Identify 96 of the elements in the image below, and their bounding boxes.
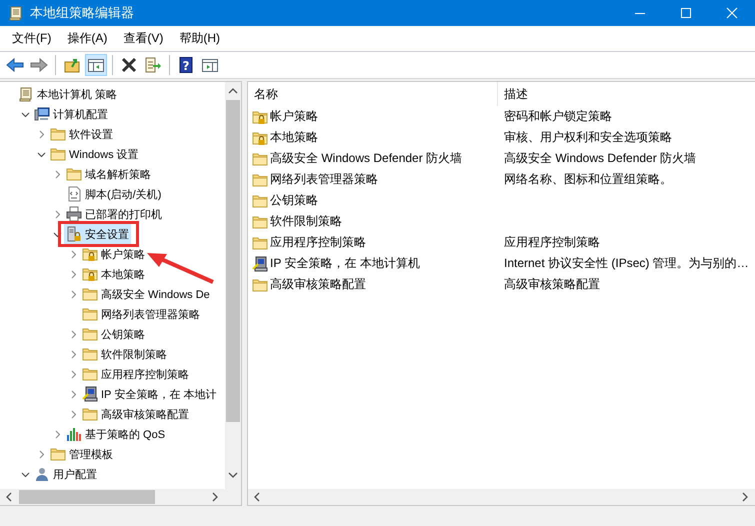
- computer-key-icon: [82, 386, 98, 402]
- tree-item[interactable]: 管理模板: [48, 444, 115, 464]
- list-item[interactable]: 公钥策略: [248, 192, 498, 209]
- chevron-right-icon[interactable]: [68, 370, 78, 378]
- maximize-icon[interactable]: [680, 7, 692, 19]
- chevron-right-icon[interactable]: [52, 170, 62, 178]
- chevron-right-icon[interactable]: [68, 330, 78, 338]
- description-cell-text: 应用程序控制策略: [503, 234, 600, 251]
- locked-folder-icon: [82, 246, 98, 262]
- tree-item[interactable]: 网络列表管理器策略: [80, 304, 202, 324]
- column-header[interactable]: 名称: [248, 82, 498, 106]
- chevron-right-icon[interactable]: [68, 350, 78, 358]
- folder-icon: [82, 406, 98, 422]
- folder-icon: [82, 286, 98, 302]
- folder-icon: [82, 306, 98, 322]
- locked-folder-icon: [82, 266, 98, 282]
- tree-item[interactable]: 帐户策略: [80, 244, 147, 264]
- description-cell-text: Internet 协议安全性 (IPsec) 管理。为与别的…: [503, 255, 749, 272]
- list-item[interactable]: 高级安全 Windows Defender 防火墙: [248, 150, 498, 167]
- chevron-down-icon[interactable]: [36, 150, 46, 158]
- tree-item[interactable]: Windows 设置: [48, 144, 141, 164]
- bar-chart-icon: [66, 426, 82, 442]
- list-item[interactable]: 高级审核策略配置: [248, 276, 498, 293]
- tree-item[interactable]: 应用程序控制策略: [80, 364, 191, 384]
- folder-icon: [50, 446, 66, 462]
- chevron-right-icon[interactable]: [52, 430, 62, 438]
- tree-item[interactable]: 脚本(启动/关机): [64, 184, 164, 204]
- folder-icon: [252, 172, 268, 188]
- description-cell-text: 密码和帐户锁定策略: [503, 108, 612, 125]
- folder-icon: [252, 150, 268, 166]
- window-title: 本地组策略编辑器: [30, 4, 135, 22]
- locked-folder-icon: [252, 108, 268, 124]
- scroll-icon: [8, 5, 24, 21]
- folder-icon: [252, 214, 268, 230]
- chevron-right-icon[interactable]: [68, 390, 78, 398]
- tree-item[interactable]: 计算机配置: [32, 104, 110, 124]
- printer-icon: [66, 206, 82, 222]
- menu-item[interactable]: 查看(V): [115, 30, 172, 47]
- menu-item[interactable]: 帮助(H): [171, 30, 228, 47]
- tree-item[interactable]: 公钥策略: [80, 324, 147, 344]
- list-item[interactable]: 帐户策略: [248, 108, 498, 125]
- folder-icon: [66, 166, 82, 182]
- list-item[interactable]: 应用程序控制策略: [248, 234, 498, 251]
- tree-item[interactable]: 基于策略的 QoS: [64, 424, 168, 444]
- folder-icon: [82, 326, 98, 342]
- folder-icon: [252, 192, 268, 208]
- server-lock-icon: [66, 226, 82, 242]
- script-icon: [66, 186, 82, 202]
- folder-icon: [252, 234, 268, 250]
- tree-item[interactable]: 域名解析策略: [64, 164, 153, 184]
- list-item[interactable]: 本地策略: [248, 129, 498, 146]
- scroll-icon: [18, 86, 34, 102]
- folder-icon: [50, 146, 66, 162]
- tree-item[interactable]: 高级审核策略配置: [80, 404, 191, 424]
- chevron-down-icon[interactable]: [20, 470, 30, 478]
- column-header[interactable]: 描述: [498, 82, 528, 106]
- tree-item[interactable]: 软件设置: [48, 124, 115, 144]
- horizontal-scrollbar[interactable]: [248, 489, 755, 505]
- chevron-right-icon[interactable]: [36, 130, 46, 138]
- tree-item[interactable]: 本地策略: [80, 264, 147, 284]
- close-icon[interactable]: [726, 7, 738, 19]
- description-cell-text: 高级安全 Windows Defender 防火墙: [503, 150, 696, 167]
- tree-item[interactable]: 本地计算机 策略: [16, 84, 120, 104]
- computer-icon: [34, 106, 50, 122]
- chevron-right-icon[interactable]: [52, 210, 62, 218]
- folder-icon: [82, 366, 98, 382]
- list-item[interactable]: 网络列表管理器策略: [248, 171, 498, 188]
- user-icon: [34, 466, 50, 482]
- description-cell-text: 高级审核策略配置: [503, 276, 600, 293]
- locked-folder-icon: [252, 130, 268, 146]
- folder-icon: [82, 346, 98, 362]
- chevron-down-icon[interactable]: [52, 230, 62, 238]
- tree-item[interactable]: IP 安全策略，在 本地计: [80, 384, 218, 404]
- tree-item[interactable]: 软件限制策略: [80, 344, 169, 364]
- list-item[interactable]: 软件限制策略: [248, 213, 498, 230]
- tree-item[interactable]: 已部署的打印机: [64, 204, 164, 224]
- list-item[interactable]: IP 安全策略，在 本地计算机: [248, 255, 498, 272]
- chevron-right-icon[interactable]: [36, 450, 46, 458]
- folder-icon: [252, 276, 268, 292]
- chevron-right-icon[interactable]: [68, 410, 78, 418]
- tree-item[interactable]: 安全设置: [64, 224, 131, 244]
- description-cell-text: 网络名称、图标和位置组策略。: [503, 171, 672, 188]
- computer-key-icon: [252, 256, 268, 272]
- vertical-scrollbar[interactable]: [225, 82, 241, 489]
- description-cell-text: 审核、用户权利和安全选项策略: [503, 129, 672, 146]
- folder-icon: [50, 126, 66, 142]
- menu-item[interactable]: 操作(A): [59, 30, 116, 47]
- chevron-right-icon[interactable]: [68, 250, 78, 258]
- tree-pane-icon[interactable]: [85, 54, 107, 76]
- chevron-right-icon[interactable]: [68, 270, 78, 278]
- chevron-down-icon[interactable]: [20, 110, 30, 118]
- chevron-right-icon[interactable]: [68, 290, 78, 298]
- tree-item[interactable]: 高级安全 Windows De: [80, 284, 212, 304]
- tree-item[interactable]: 用户配置: [32, 464, 99, 484]
- menu-item[interactable]: 文件(F): [4, 30, 60, 47]
- horizontal-scrollbar[interactable]: [0, 489, 241, 505]
